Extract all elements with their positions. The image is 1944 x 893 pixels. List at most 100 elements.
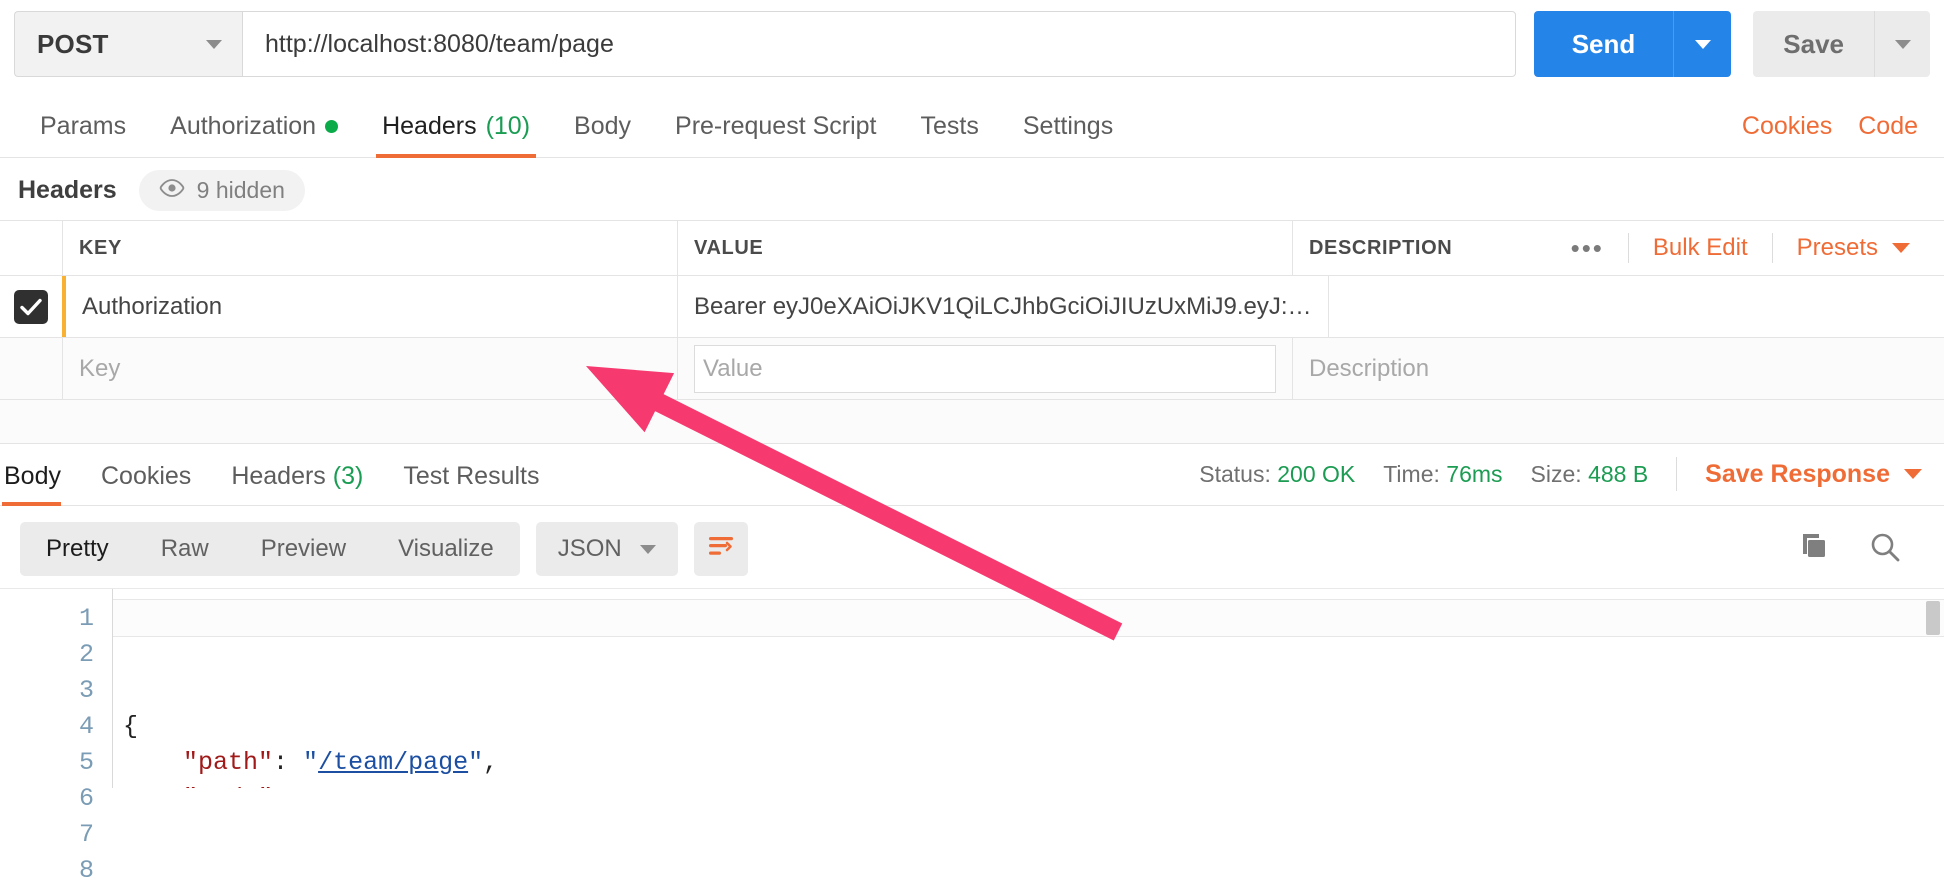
tab-pre-request-script[interactable]: Pre-request Script — [653, 112, 898, 157]
code-line: "code": 200, — [123, 781, 1944, 788]
new-row-key-placeholder: Key — [79, 354, 121, 382]
code-token: "code" — [183, 784, 273, 788]
http-method-select[interactable]: POST — [14, 11, 242, 77]
hidden-headers-toggle[interactable]: 9 hidden — [138, 169, 305, 211]
status-label: Status: — [1199, 460, 1271, 487]
code-line-number: 7 — [78, 820, 94, 849]
tab-label: Settings — [1022, 112, 1114, 140]
code-line-numbers: 1 2 3 4 5 6 7 8 — [0, 589, 112, 885]
chevron-down-icon — [1904, 469, 1922, 479]
tab-params[interactable]: Params — [18, 112, 148, 157]
response-tab-bar: Body Cookies Headers (3) Test Results St… — [0, 444, 1944, 506]
row-checkbox-cell — [0, 289, 62, 324]
code-line: { — [123, 709, 1944, 745]
tab-label: Body — [574, 112, 632, 140]
row-enabled-checkbox[interactable] — [14, 289, 48, 324]
cookies-link[interactable]: Cookies — [1742, 112, 1832, 141]
code-content[interactable]: { "path": "/team/page", "code": 200, "ms… — [112, 589, 1944, 788]
code-token: : — [273, 748, 304, 777]
code-token: { — [123, 712, 139, 741]
size-badge: Size: 488 B — [1531, 461, 1649, 488]
status-badge: Status: 200 OK — [1199, 461, 1355, 488]
save-button[interactable]: Save — [1753, 11, 1874, 77]
headers-table: KEY VALUE DESCRIPTION ••• Bulk Edit Pres… — [0, 220, 1944, 444]
new-row-value-cell[interactable] — [677, 338, 1292, 399]
response-tab-label: Cookies — [100, 462, 192, 490]
response-tab-test-results[interactable]: Test Results — [383, 462, 559, 505]
code-token: 200 — [303, 784, 348, 788]
tab-authorization[interactable]: Authorization — [148, 112, 360, 157]
new-row-key-cell[interactable]: Key — [62, 338, 677, 399]
row-key-text: Authorization — [82, 292, 223, 320]
tab-label: Params — [40, 112, 127, 140]
send-button-group: Send — [1533, 11, 1732, 77]
view-raw[interactable]: Raw — [135, 522, 235, 576]
response-tab-cookies[interactable]: Cookies — [81, 462, 211, 505]
row-description-cell[interactable] — [1327, 276, 1944, 337]
word-wrap-button[interactable] — [693, 522, 748, 576]
view-preview[interactable]: Preview — [235, 522, 372, 576]
row-value-text: Bearer eyJ0eXAiOiJKV1QiLCJhbGciOiJIUzUxM… — [694, 292, 1312, 320]
send-options-button[interactable] — [1673, 11, 1732, 77]
column-header-value-label: VALUE — [694, 236, 764, 259]
response-tab-body[interactable]: Body — [2, 462, 81, 506]
response-tab-label: Headers — [231, 462, 326, 490]
save-options-button[interactable] — [1874, 11, 1930, 77]
row-key-cell[interactable]: Authorization — [62, 276, 677, 337]
tab-settings[interactable]: Settings — [1001, 112, 1135, 157]
code-token: : — [273, 784, 303, 788]
tab-headers[interactable]: Headers (10) — [360, 112, 552, 158]
response-format-select[interactable]: JSON — [535, 522, 678, 576]
chevron-down-icon — [1694, 39, 1711, 49]
chevron-down-icon — [639, 544, 656, 554]
code-token: " — [303, 748, 319, 777]
code-line-number: 1 — [78, 604, 94, 633]
time-value: 76ms — [1446, 460, 1503, 487]
tab-tests[interactable]: Tests — [899, 112, 1001, 157]
size-value: 488 B — [1588, 460, 1649, 487]
code-line: "path": "/team/page", — [123, 745, 1944, 781]
response-tab-label: Test Results — [403, 462, 540, 490]
response-tab-count-badge: (3) — [332, 462, 364, 490]
request-tab-bar: Params Authorization Headers (10) Body P… — [0, 92, 1944, 158]
hidden-headers-count: 9 hidden — [196, 176, 285, 203]
table-row: Authorization Bearer eyJ0eXAiOiJKV1QiLCJ… — [0, 276, 1944, 338]
copy-icon[interactable] — [1796, 530, 1830, 569]
code-token: "path" — [183, 748, 274, 777]
presets-button[interactable]: Presets — [1773, 233, 1928, 263]
eye-icon — [159, 178, 185, 202]
search-icon[interactable] — [1868, 530, 1902, 569]
response-toolbar-actions — [1796, 530, 1924, 569]
code-token: , — [483, 748, 499, 777]
more-options-button[interactable]: ••• — [1547, 233, 1629, 263]
word-wrap-icon — [706, 534, 736, 565]
request-url-bar: POST Send Save — [0, 0, 1944, 92]
row-value-cell[interactable]: Bearer eyJ0eXAiOiJKV1QiLCJhbGciOiJIUzUxM… — [677, 276, 1328, 337]
response-meta: Status: 200 OK Time: 76ms Size: 488 B Sa… — [1199, 457, 1944, 505]
code-line-number: 3 — [78, 676, 94, 705]
bulk-edit-button[interactable]: Bulk Edit — [1629, 233, 1773, 263]
code-link[interactable]: Code — [1858, 112, 1918, 141]
url-input[interactable] — [265, 29, 1493, 59]
save-response-button[interactable]: Save Response — [1705, 460, 1922, 489]
tab-body[interactable]: Body — [552, 112, 653, 157]
response-body-code-area: 1 2 3 4 5 6 7 8 { "path": "/team/page", "code":… — [0, 588, 1944, 885]
view-pretty[interactable]: Pretty — [20, 522, 135, 576]
tab-label: Headers — [382, 112, 477, 140]
time-label: Time: — [1383, 460, 1440, 487]
headers-table-actions: ••• Bulk Edit Presets — [1547, 221, 1928, 275]
view-visualize[interactable]: Visualize — [372, 522, 520, 576]
send-button[interactable]: Send — [1533, 11, 1674, 77]
size-label: Size: — [1530, 460, 1582, 487]
new-row-description-cell[interactable]: Description — [1292, 338, 1944, 399]
response-tab-headers[interactable]: Headers (3) — [211, 462, 383, 505]
active-line-highlight — [113, 599, 1944, 637]
chevron-down-icon — [1894, 39, 1911, 49]
tab-label: Authorization — [170, 112, 317, 140]
column-header-value: VALUE — [677, 221, 1292, 275]
time-badge: Time: 76ms — [1383, 461, 1502, 488]
new-row-value-input[interactable] — [694, 344, 1276, 393]
save-response-label: Save Response — [1705, 459, 1890, 488]
code-vertical-scrollbar[interactable] — [1926, 601, 1940, 635]
url-input-wrapper[interactable] — [242, 11, 1516, 77]
